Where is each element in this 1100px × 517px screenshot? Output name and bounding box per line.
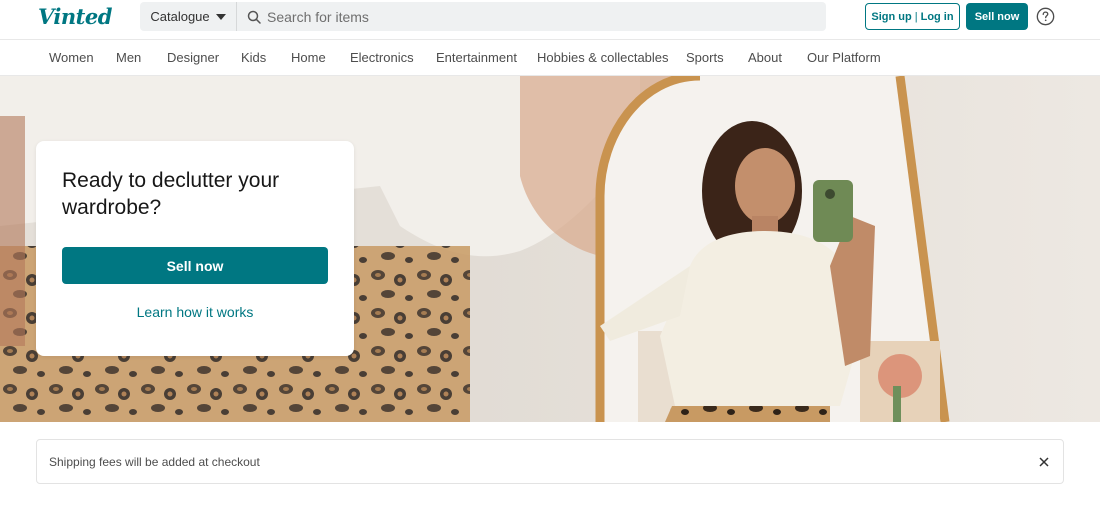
nav-item-entertainment[interactable]: Entertainment: [436, 50, 517, 65]
vinted-logo[interactable]: Vinted: [38, 4, 112, 30]
catalogue-label: Catalogue: [150, 9, 210, 24]
search-field: [237, 2, 826, 31]
shipping-notice: Shipping fees will be added at checkout: [36, 439, 1064, 484]
nav-item-home[interactable]: Home: [291, 50, 326, 65]
catalogue-dropdown[interactable]: Catalogue: [140, 2, 237, 31]
login-link[interactable]: Log in: [921, 11, 954, 23]
top-header: Vinted Catalogue Sign up | Log in Sell n…: [0, 0, 1100, 39]
nav-item-men[interactable]: Men: [116, 50, 141, 65]
close-icon[interactable]: [1037, 455, 1051, 469]
nav-item-designer[interactable]: Designer: [167, 50, 219, 65]
hero-banner: Ready to declutter your wardrobe? Sell n…: [0, 76, 1100, 422]
separator: |: [914, 10, 918, 23]
nav-item-sports[interactable]: Sports: [686, 50, 724, 65]
sell-now-hero-button[interactable]: Sell now: [62, 247, 328, 284]
nav-item-hobbies[interactable]: Hobbies & collectables: [537, 50, 669, 65]
question-circle-icon[interactable]: [1036, 7, 1055, 26]
category-nav: Women Men Designer Kids Home Electronics…: [0, 39, 1100, 76]
learn-how-link[interactable]: Learn how it works: [62, 304, 328, 320]
nav-item-electronics[interactable]: Electronics: [350, 50, 414, 65]
nav-item-kids[interactable]: Kids: [241, 50, 266, 65]
shipping-notice-text: Shipping fees will be added at checkout: [49, 455, 260, 469]
nav-item-about[interactable]: About: [748, 50, 782, 65]
search-input[interactable]: [267, 8, 767, 25]
signup-login-button[interactable]: Sign up | Log in: [865, 3, 960, 30]
caret-down-icon: [215, 13, 226, 20]
sell-now-header-button[interactable]: Sell now: [966, 3, 1028, 30]
sell-card-title: Ready to declutter your wardrobe?: [62, 169, 280, 219]
nav-item-our-platform[interactable]: Our Platform: [807, 50, 881, 65]
sell-card: Ready to declutter your wardrobe? Sell n…: [36, 141, 354, 356]
search-bar: Catalogue: [140, 2, 826, 31]
signup-link[interactable]: Sign up: [871, 11, 911, 23]
nav-item-women[interactable]: Women: [49, 50, 94, 65]
search-icon: [247, 10, 261, 24]
